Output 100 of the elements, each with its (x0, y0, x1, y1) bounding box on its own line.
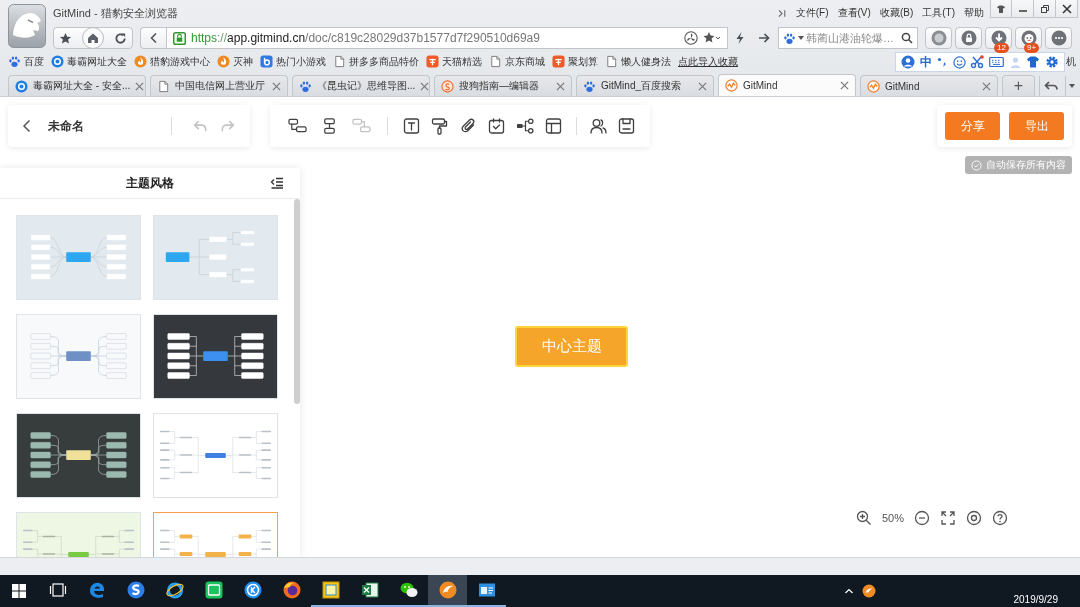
restore-icon (1039, 3, 1050, 14)
back-button[interactable] (140, 27, 166, 49)
bookmark-item[interactable]: 天猫精选 (426, 54, 482, 69)
circle-logo-icon (930, 30, 947, 46)
input-mode-toggle[interactable]: 中 (919, 53, 932, 71)
minimize-button[interactable] (1012, 0, 1034, 18)
caret-down-icon[interactable] (798, 36, 804, 40)
menu-item[interactable]: 收藏(B) (879, 6, 914, 20)
close-icon[interactable] (272, 81, 281, 91)
bookmark-item[interactable]: 机 (1066, 55, 1076, 69)
paw-icon (299, 79, 312, 93)
browser-tab[interactable]: 《昆虫记》思维导图... (292, 75, 430, 96)
fit-screen-icon[interactable] (940, 510, 956, 526)
target-icon[interactable] (966, 510, 982, 526)
fan-icon[interactable] (684, 31, 698, 45)
paw-icon[interactable] (783, 31, 796, 45)
bookmark-item[interactable]: 聚划算 (552, 54, 598, 69)
refresh-icon[interactable] (114, 31, 127, 45)
fox-globe-icon (281, 580, 302, 600)
taskbar-button[interactable] (428, 575, 467, 607)
page-icon (157, 79, 170, 93)
page-icon (489, 55, 502, 68)
search-input[interactable]: 韩蔺山港油轮爆… (806, 30, 899, 46)
bookmark-item[interactable]: 百度 (8, 54, 44, 69)
address-bar[interactable]: https://app.gitmind.cn/doc/c819c28029d37b1577d7f290510d69a9 (166, 27, 728, 49)
bookmark-item[interactable]: 京东商城 (489, 54, 545, 69)
search-icon[interactable] (901, 32, 913, 44)
face-icon (1020, 30, 1037, 46)
autosave-text: 自动保存所有内容 (986, 158, 1066, 172)
caret-down-icon (1069, 84, 1076, 88)
close-icon[interactable] (135, 81, 145, 91)
paw-icon (8, 55, 21, 68)
check-circle-icon (971, 159, 982, 171)
scrollbar-thumb[interactable] (294, 199, 300, 404)
shirt-icon[interactable] (1026, 55, 1041, 69)
lock-icon (173, 31, 186, 45)
bookmark-item[interactable]: 懒人健身法 (605, 54, 671, 69)
close-icon[interactable] (420, 81, 430, 91)
browser-tab[interactable]: 中国电信网上营业厅 (150, 75, 288, 96)
close-icon[interactable] (556, 81, 565, 91)
redo-icon (220, 118, 236, 134)
menu-item[interactable]: 文件(F) (795, 6, 829, 20)
bookmark-item[interactable]: 毒霸网址大全 (51, 54, 127, 69)
bookmark-item[interactable]: 点此导入收藏 (678, 54, 738, 69)
home-icon[interactable] (82, 27, 104, 49)
zoom-out-icon[interactable] (914, 510, 930, 526)
close-button[interactable] (1056, 0, 1078, 18)
browser-tab[interactable]: GitMind_百度搜索 (576, 75, 714, 96)
s-circle-icon (125, 580, 146, 600)
avatar-icon[interactable] (901, 55, 916, 69)
music-app-icon (242, 580, 263, 600)
star-icon[interactable] (59, 31, 72, 45)
document-title[interactable]: 未命名 (48, 117, 84, 135)
zoom-in-icon[interactable] (855, 510, 872, 526)
settings-icon[interactable] (1044, 55, 1059, 69)
clock-date[interactable]: 2019/9/29 (1013, 594, 1058, 605)
notepad-icon (320, 580, 341, 600)
browser-tab[interactable]: 搜狗指南—编辑器 (434, 75, 572, 96)
chevron-up-icon[interactable] (843, 586, 854, 596)
search-field[interactable]: 韩蔺山港油轮爆… (778, 27, 918, 49)
menu-item[interactable]: 工具(T) (922, 6, 955, 20)
close-icon[interactable] (698, 81, 707, 91)
skin-button[interactable] (990, 0, 1012, 18)
menu-item[interactable]: 查看(V) (837, 6, 871, 20)
extension-button[interactable] (925, 27, 952, 49)
restore-button[interactable] (1034, 0, 1056, 18)
extension-button[interactable] (955, 27, 982, 49)
browser-tab[interactable]: GitMind (718, 74, 856, 96)
video-app-icon (203, 580, 224, 600)
keyboard-icon[interactable] (989, 56, 1004, 68)
page-icon (333, 55, 346, 68)
browser-tab[interactable]: 毒霸网址大全 - 安全... (8, 75, 146, 96)
scissors-icon[interactable] (970, 55, 985, 69)
close-icon[interactable] (840, 81, 849, 90)
star-dropdown-icon[interactable] (703, 31, 721, 45)
swirl-logo-icon[interactable] (861, 584, 876, 598)
extension-button[interactable] (1045, 27, 1072, 49)
help-icon[interactable] (992, 510, 1008, 526)
browser-tab[interactable]: GitMind (860, 75, 998, 96)
chat-bubbles-icon (398, 580, 419, 600)
bookmark-item[interactable]: 灭神 (217, 54, 253, 69)
smiley-icon[interactable] (952, 55, 966, 69)
collapse-arrow-icon[interactable] (777, 8, 787, 18)
panel-title: 主题风格 (126, 174, 174, 192)
bookmark-item[interactable]: 热门小游戏 (260, 54, 326, 69)
close-icon[interactable] (982, 81, 991, 91)
new-tab-button[interactable]: + (1002, 75, 1035, 96)
cheetah-logo-icon (8, 4, 46, 48)
arrow-right-icon[interactable] (757, 31, 771, 45)
tab-list-button[interactable] (1065, 76, 1078, 96)
bookmark-item[interactable]: 猎豹游戏中心 (134, 54, 210, 69)
lock-icon (960, 30, 977, 46)
more-icon (1050, 30, 1067, 46)
layout-icon (544, 117, 563, 135)
collapse-list-icon[interactable] (270, 176, 284, 190)
wave-logo-icon (725, 79, 738, 92)
circle-logo-icon (15, 79, 28, 93)
shopping-logo-icon (552, 55, 565, 68)
menu-item[interactable]: 帮助 (964, 6, 984, 20)
bookmark-item[interactable]: 拼多多商品特价 (333, 54, 419, 69)
